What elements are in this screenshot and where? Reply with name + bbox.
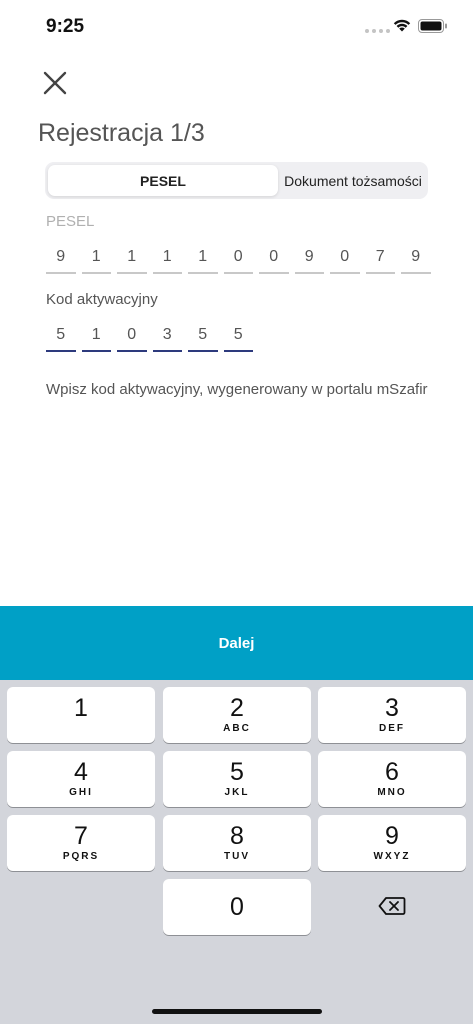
pesel-digit[interactable]: 0 (259, 248, 289, 274)
key-0[interactable]: 0 (163, 879, 311, 935)
key-digit: 9 (385, 822, 399, 850)
key-digit: 1 (74, 694, 88, 722)
close-icon (43, 71, 67, 95)
pesel-digit[interactable]: 9 (401, 248, 431, 274)
code-digit[interactable]: 0 (117, 326, 147, 352)
home-indicator (152, 1009, 322, 1014)
backspace-icon (378, 897, 406, 915)
code-digit[interactable]: 5 (188, 326, 218, 352)
status-bar: 9:25 (0, 0, 473, 52)
next-button[interactable]: Dalej (0, 606, 473, 680)
battery-icon (418, 19, 447, 33)
pesel-input[interactable]: 9 1 1 1 1 0 0 9 0 7 9 (46, 248, 431, 274)
pesel-digit[interactable]: 9 (46, 248, 76, 274)
signal-icon (365, 29, 390, 33)
wifi-icon (393, 19, 411, 32)
pesel-digit[interactable]: 7 (365, 248, 395, 274)
pesel-digit[interactable]: 1 (188, 248, 218, 274)
key-3[interactable]: 3 DEF (318, 687, 466, 743)
code-digit[interactable]: 5 (223, 326, 253, 352)
pesel-label: PESEL (46, 213, 95, 230)
activation-code-label: Kod aktywacyjny (46, 291, 158, 308)
key-letters: JKL (224, 787, 250, 798)
key-9[interactable]: 9 WXYZ (318, 815, 466, 871)
activation-code-input[interactable]: 5 1 0 3 5 5 (46, 326, 253, 352)
key-digit: 6 (385, 758, 399, 786)
key-letters: DEF (379, 723, 405, 734)
key-5[interactable]: 5 JKL (163, 751, 311, 807)
key-6[interactable]: 6 MNO (318, 751, 466, 807)
pesel-digit[interactable]: 9 (294, 248, 324, 274)
key-2[interactable]: 2 ABC (163, 687, 311, 743)
key-digit: 7 (74, 822, 88, 850)
key-8[interactable]: 8 TUV (163, 815, 311, 871)
code-digit[interactable]: 1 (81, 326, 111, 352)
key-letters: GHI (69, 787, 93, 798)
pesel-digit[interactable]: 1 (81, 248, 111, 274)
tab-pesel[interactable]: PESEL (48, 165, 278, 196)
key-digit: 2 (230, 694, 244, 722)
key-digit: 4 (74, 758, 88, 786)
code-digit[interactable]: 3 (152, 326, 182, 352)
key-letters: PQRS (62, 851, 100, 862)
key-digit: 3 (385, 694, 399, 722)
key-letters: WXYZ (373, 851, 411, 862)
code-digit[interactable]: 5 (46, 326, 76, 352)
key-letters: TUV (224, 851, 250, 862)
key-1[interactable]: 1 (7, 687, 155, 743)
key-digit: 0 (230, 893, 244, 921)
helper-text: Wpisz kod aktywacyjny, wygenerowany w po… (46, 381, 428, 398)
pesel-digit[interactable]: 0 (330, 248, 360, 274)
segmented-control: PESEL Dokument tożsamości (45, 162, 428, 199)
page-title: Rejestracja 1/3 (38, 119, 205, 147)
pesel-digit[interactable]: 1 (117, 248, 147, 274)
pesel-digit[interactable]: 1 (152, 248, 182, 274)
pesel-digit[interactable]: 0 (223, 248, 253, 274)
tab-identity-document[interactable]: Dokument tożsamości (281, 165, 425, 196)
key-letters: MNO (377, 787, 407, 798)
key-4[interactable]: 4 GHI (7, 751, 155, 807)
key-letters: ABC (223, 723, 251, 734)
status-time: 9:25 (46, 16, 85, 37)
key-7[interactable]: 7 PQRS (7, 815, 155, 871)
close-button[interactable] (40, 68, 70, 98)
key-digit: 8 (230, 822, 244, 850)
key-digit: 5 (230, 758, 244, 786)
backspace-button[interactable] (318, 878, 466, 934)
